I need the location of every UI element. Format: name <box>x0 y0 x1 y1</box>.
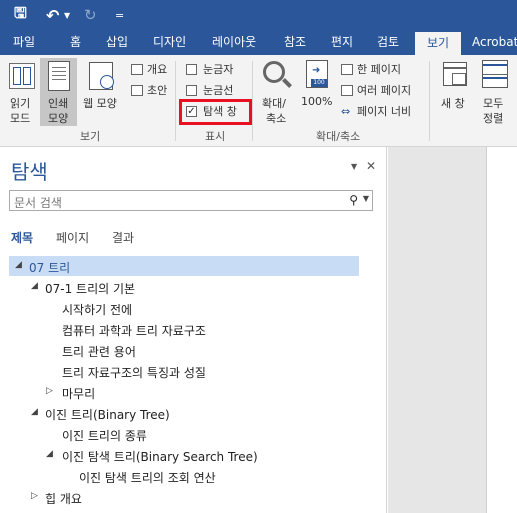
web-layout-icon <box>89 62 114 90</box>
nav-tab-pages[interactable]: 페이지 <box>56 229 89 246</box>
outline-icon <box>131 64 143 75</box>
tree-item[interactable]: ▷ 힙 개요 <box>9 487 359 507</box>
views-group-label: 보기 <box>80 130 101 143</box>
read-mode-icon <box>9 63 35 89</box>
tree-item[interactable]: 컴퓨터 과학과 트리 자료구조 <box>9 319 359 339</box>
search-icon[interactable]: ⚲ <box>349 193 358 207</box>
nav-pane-close-icon[interactable]: ✕ <box>366 159 376 173</box>
tree-item[interactable]: ▷ 마무리 <box>9 382 359 402</box>
tab-design[interactable]: 디자인 <box>153 30 186 55</box>
tree-item[interactable]: ◢ 07-1 트리의 기본 <box>9 277 359 297</box>
ruler-checkbox-box <box>186 64 197 75</box>
tree-item[interactable]: 트리 관련 용어 <box>9 340 359 360</box>
undo-dropdown-icon[interactable]: ▼ <box>64 0 70 30</box>
customize-quick-access-button[interactable]: = <box>115 0 124 30</box>
tree-item[interactable]: 트리 자료구조의 특징과 성질 <box>9 361 359 381</box>
tab-mailings[interactable]: 편지 <box>331 30 353 55</box>
nav-pane-options-icon[interactable]: ▼ <box>351 162 357 171</box>
redo-icon[interactable]: ↻ <box>84 0 97 30</box>
tree-item[interactable]: ◢ 이진 트리(Binary Tree) <box>9 403 359 423</box>
nav-tab-results[interactable]: 결과 <box>112 229 134 246</box>
tree-item[interactable]: 이진 탐색 트리의 조회 연산 <box>9 466 359 486</box>
title-bar: 🖫 ↶ ▼ ↻ = <box>0 0 517 30</box>
navigation-pane: 탐색 ▼ ✕ 문서 검색 ⚲ ▼ 제목 페이지 결과 ◢ 07 트리 ◢ 07-… <box>0 147 387 513</box>
navigation-pane-highlight <box>179 99 252 125</box>
arrange-all-icon <box>482 60 508 88</box>
collapse-arrow-icon[interactable]: ◢ <box>31 281 38 291</box>
collapse-arrow-icon[interactable]: ◢ <box>15 260 22 270</box>
collapse-arrow-icon[interactable]: ◢ <box>31 407 38 417</box>
nav-tab-headings[interactable]: 제목 <box>11 229 33 246</box>
multiple-pages-icon <box>341 85 353 96</box>
tab-file[interactable]: 파일 <box>13 30 35 55</box>
zoom-group-label: 확대/축소 <box>316 130 361 143</box>
ribbon-separator <box>252 61 253 141</box>
draft-icon <box>131 85 143 96</box>
tab-review[interactable]: 검토 <box>377 30 399 55</box>
document-page[interactable] <box>486 147 517 513</box>
tree-item[interactable]: ◢ 이진 탐색 트리(Binary Search Tree) <box>9 445 359 465</box>
tab-insert[interactable]: 삽입 <box>106 30 128 55</box>
ribbon-separator <box>175 61 176 141</box>
zoom-100-icon: ➜ 100 <box>306 60 328 88</box>
expand-arrow-icon[interactable]: ▷ <box>31 491 38 501</box>
expand-arrow-icon[interactable]: ▷ <box>46 386 53 396</box>
tree-item[interactable]: ◢ 07 트리 <box>9 256 359 276</box>
show-group-label: 표시 <box>205 130 226 143</box>
one-page-icon <box>341 64 353 75</box>
new-window-icon <box>443 62 467 86</box>
print-layout-icon <box>48 61 70 91</box>
gridlines-checkbox-box <box>186 85 197 96</box>
magnifier-handle <box>282 78 292 88</box>
tab-view[interactable]: 보기 <box>415 32 461 55</box>
tab-references[interactable]: 참조 <box>284 30 306 55</box>
tab-home[interactable]: 홈 <box>70 30 81 55</box>
page-width-icon: ⇔ <box>341 105 351 118</box>
ribbon: 읽기 모드 인쇄 모양 웹 모양 개요 초안 보기 눈금자 눈금선 ✓ 탐색 창… <box>0 55 517 147</box>
undo-icon[interactable]: ↶ <box>46 0 59 30</box>
ribbon-tabs: 파일 홈 삽입 디자인 레이아웃 참조 편지 검토 보기 Acrobat <box>0 30 517 55</box>
search-options-arrow-icon[interactable]: ▼ <box>363 194 369 203</box>
ribbon-separator <box>429 61 430 141</box>
nav-pane-title: 탐색 <box>11 160 48 184</box>
nav-search-box[interactable]: 문서 검색 ⚲ ▼ <box>9 190 373 211</box>
tree-item[interactable]: 이진 트리의 종류 <box>9 424 359 444</box>
collapse-arrow-icon[interactable]: ◢ <box>46 449 53 459</box>
tree-item[interactable]: 시작하기 전에 <box>9 298 359 318</box>
search-input[interactable]: 문서 검색 <box>14 194 62 211</box>
save-icon[interactable]: 🖫 <box>14 0 27 30</box>
tab-acrobat[interactable]: Acrobat <box>472 30 517 55</box>
tab-layout[interactable]: 레이아웃 <box>212 30 256 55</box>
